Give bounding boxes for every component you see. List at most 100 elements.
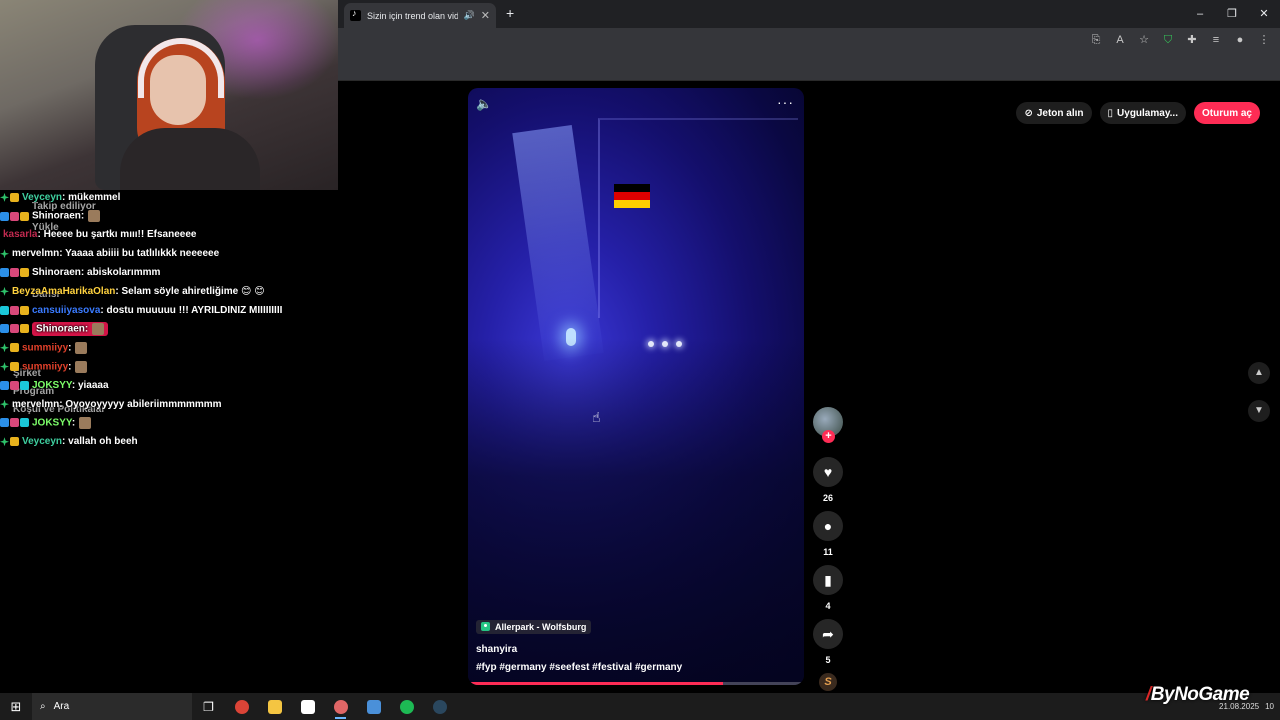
chat-username[interactable]: summiiyy [22, 342, 68, 353]
get-app-button[interactable]: ▯ Uygulamay... [1099, 102, 1186, 124]
chat-username[interactable]: JOKSYY [32, 380, 72, 391]
bookmark-icon: ▮ [824, 571, 832, 588]
chat-username[interactable]: Veyceyn [22, 436, 62, 447]
flag-stripe-black [614, 184, 650, 192]
login-button[interactable]: Oturum aç [1193, 102, 1260, 124]
more-options-icon[interactable]: ··· [777, 94, 794, 110]
next-video-chevron-down-icon[interactable]: ▼ [1248, 400, 1270, 422]
extensions-icon[interactable]: ✚ [1186, 34, 1198, 46]
share-button[interactable]: ➦ [813, 619, 843, 649]
volume-icon[interactable]: 🔈 [476, 96, 492, 112]
creator-avatar[interactable]: + [813, 407, 843, 443]
speaker-icon[interactable]: 🔊 [464, 10, 475, 21]
comment-button[interactable]: ● [813, 511, 843, 541]
top-actions: ⊘ Jeton alın ▯ Uygulamay... Oturum aç [1016, 102, 1260, 124]
new-tab-button[interactable]: + [506, 5, 514, 21]
chrome-taskbar-icon[interactable] [225, 693, 258, 720]
gold-badge-icon [10, 437, 19, 447]
location-tag[interactable]: Allerpark - Wolfsburg [476, 619, 592, 634]
video-player[interactable]: 🔈 ··· Allerpark - Wolfsburg shanyira #fy… [468, 88, 804, 685]
chat-badges [0, 268, 29, 278]
chat-username[interactable]: summiiyy [22, 361, 68, 372]
blue-badge-icon [0, 211, 9, 221]
address-bar-area[interactable]: ⎘ A ☆ ⛉ ✚ ≡ ● ⋮ [338, 28, 1280, 56]
chat-message: Veyceyn: mükemmel [0, 188, 338, 207]
restore-button[interactable]: ❐ [1216, 0, 1248, 28]
taskbar-search[interactable]: ⌕ Ara [32, 693, 192, 720]
chat-message: JOKSYY: yiaaaa [0, 376, 338, 395]
chat-message-body: summiiyy: [22, 341, 88, 354]
save-button[interactable]: ▮ [813, 565, 843, 595]
minimize-button[interactable]: – [1184, 0, 1216, 28]
chat-text: : yiaaaa [71, 379, 109, 391]
chat-message-body: cansuiiyasova: dostu muuuuu !!! AYRILDIN… [32, 305, 282, 316]
chat-username[interactable]: Shinoraen [36, 324, 85, 335]
media-control-icon[interactable]: ≡ [1210, 34, 1222, 46]
get-coins-label: Jeton alın [1036, 107, 1084, 119]
chat-username[interactable]: JOKSYY [32, 418, 72, 429]
chat-username[interactable]: Veyceyn [22, 192, 62, 203]
stage-light-beam [512, 124, 604, 362]
chat-username[interactable]: kasarla [3, 229, 37, 240]
blue-badge-icon [0, 268, 9, 278]
emote-icon [75, 360, 88, 373]
bynogame-watermark: /ByNoGame [1146, 684, 1250, 706]
shield-extension-icon[interactable]: ⛉ [1162, 34, 1174, 46]
spotify-icon[interactable] [390, 693, 423, 720]
comment-icon: ● [823, 518, 833, 534]
chat-username[interactable]: mervelmn [12, 248, 59, 259]
chat-username[interactable]: Shinoraen [32, 267, 81, 278]
browser-tab[interactable]: Sizin için trend olan videolar 🔊 ✕ [344, 3, 496, 28]
video-info: Allerpark - Wolfsburg shanyira #fyp #ger… [476, 618, 682, 673]
blue-badge-icon [0, 380, 9, 390]
capcut-icon[interactable] [291, 693, 324, 720]
translate-icon[interactable]: A [1114, 34, 1126, 46]
chat-message: JOKSYY: [0, 414, 338, 433]
phone-icon: ▯ [1107, 107, 1114, 119]
chat-message-body: JOKSYY: yiaaaa [32, 380, 109, 391]
chat-text: : [84, 323, 89, 335]
chat-message-body: mervelmn: Yaaaa abiiii bu tatlılıkkk nee… [12, 248, 219, 259]
notifications-badge[interactable]: 10 [1265, 702, 1274, 711]
green-badge-icon [0, 286, 9, 296]
music-disc-icon[interactable]: S [819, 673, 837, 691]
tab-close-button[interactable]: ✕ [481, 9, 490, 22]
chat-text: : vallah oh beeh [62, 436, 138, 448]
file-explorer-icon[interactable] [258, 693, 291, 720]
video-progress-fill [468, 682, 724, 685]
hashtags[interactable]: #fyp #germany #seefest #festival #german… [476, 662, 682, 673]
windows-start-icon[interactable]: ⊞ [0, 699, 32, 715]
previous-video-chevron-up-icon[interactable]: ▲ [1248, 362, 1270, 384]
comment-count: 11 [823, 547, 833, 557]
green-badge-icon [0, 192, 9, 202]
chat-message-body: summiiyy: [22, 360, 88, 373]
chat-message-body: mervelmn: Oyoyoyyyyy abileriimmmmmmm [12, 399, 222, 410]
flag-stripe-red [614, 192, 650, 200]
chrome-active-icon[interactable] [324, 693, 357, 720]
close-window-button[interactable]: ✕ [1248, 0, 1280, 28]
install-app-icon[interactable]: ⎘ [1090, 34, 1102, 46]
chat-text: : abiskolarımmm [80, 267, 161, 279]
chat-username[interactable]: BeyzaAmaHarikaOlan [12, 286, 115, 297]
video-progress-bar[interactable] [468, 682, 804, 685]
share-arrow-icon: ➦ [822, 625, 834, 642]
task-view-icon[interactable]: ❐ [192, 693, 225, 720]
author-name[interactable]: shanyira [476, 644, 682, 655]
like-button[interactable]: ♥ [813, 457, 843, 487]
chat-username[interactable]: Shinoraen [32, 211, 81, 222]
chat-username[interactable]: cansuiiyasova [32, 305, 100, 316]
chat-username[interactable]: mervelmn [12, 399, 59, 410]
gold-badge-icon [20, 268, 29, 278]
profile-icon[interactable]: ● [1234, 34, 1246, 46]
gold-badge-icon [20, 211, 29, 221]
get-coins-button[interactable]: ⊘ Jeton alın [1016, 102, 1092, 124]
emote-icon [79, 416, 92, 429]
bookmark-star-icon[interactable]: ☆ [1138, 34, 1150, 46]
chat-badges [0, 380, 29, 390]
follow-plus-icon[interactable]: + [822, 430, 835, 443]
gold-badge-icon [10, 362, 19, 372]
steam-icon[interactable] [423, 693, 456, 720]
chrome-menu-icon[interactable]: ⋮ [1258, 34, 1270, 46]
chat-badges [0, 324, 29, 334]
network-app-icon[interactable] [357, 693, 390, 720]
